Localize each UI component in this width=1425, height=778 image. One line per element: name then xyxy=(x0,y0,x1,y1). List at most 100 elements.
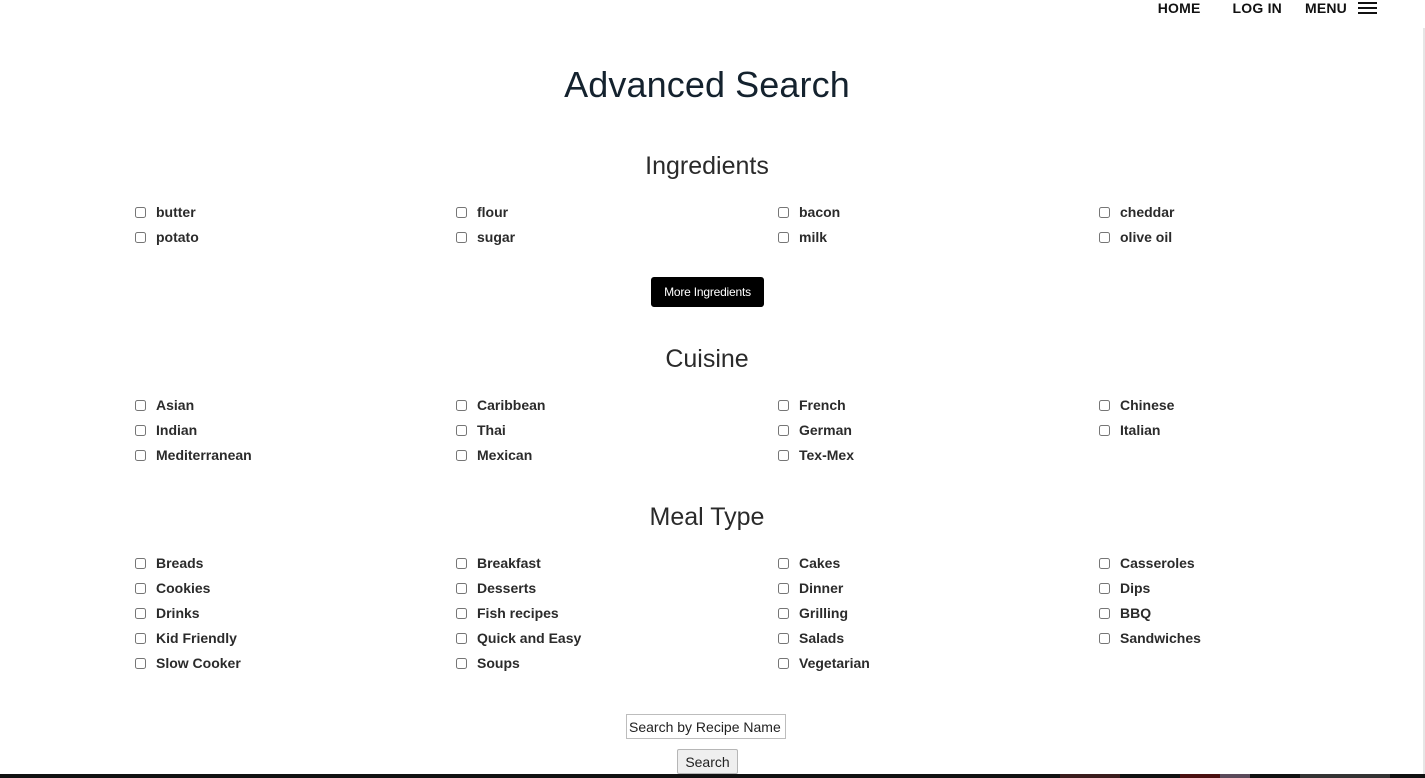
option-label[interactable]: Italian xyxy=(1120,422,1160,438)
option-asian[interactable]: Asian xyxy=(135,396,194,414)
option-label[interactable]: milk xyxy=(799,229,827,245)
option-label[interactable]: flour xyxy=(477,204,508,220)
checkbox-indian[interactable] xyxy=(135,424,146,436)
option-indian[interactable]: Indian xyxy=(135,421,197,439)
option-label[interactable]: Tex-Mex xyxy=(799,447,854,463)
checkbox-olive-oil[interactable] xyxy=(1099,231,1110,243)
option-potato[interactable]: potato xyxy=(135,228,199,246)
checkbox-thai[interactable] xyxy=(456,424,467,436)
option-tex-mex[interactable]: Tex-Mex xyxy=(778,446,854,464)
option-label[interactable]: Mediterranean xyxy=(156,447,252,463)
recipe-name-search-input[interactable] xyxy=(626,714,786,739)
option-vegetarian[interactable]: Vegetarian xyxy=(778,654,870,672)
option-german[interactable]: German xyxy=(778,421,852,439)
option-label[interactable]: potato xyxy=(156,229,199,245)
option-chinese[interactable]: Chinese xyxy=(1099,396,1174,414)
option-label[interactable]: Asian xyxy=(156,397,194,413)
option-label[interactable]: bacon xyxy=(799,204,840,220)
checkbox-bbq[interactable] xyxy=(1099,607,1110,619)
option-breakfast[interactable]: Breakfast xyxy=(456,554,541,572)
checkbox-dinner[interactable] xyxy=(778,582,789,594)
option-flour[interactable]: flour xyxy=(456,203,508,221)
option-olive-oil[interactable]: olive oil xyxy=(1099,228,1172,246)
checkbox-french[interactable] xyxy=(778,399,789,411)
checkbox-bacon[interactable] xyxy=(778,206,789,218)
option-breads[interactable]: Breads xyxy=(135,554,203,572)
option-label[interactable]: Thai xyxy=(477,422,506,438)
checkbox-chinese[interactable] xyxy=(1099,399,1110,411)
option-kid-friendly[interactable]: Kid Friendly xyxy=(135,629,237,647)
option-label[interactable]: Cookies xyxy=(156,580,210,596)
checkbox-dips[interactable] xyxy=(1099,582,1110,594)
option-sandwiches[interactable]: Sandwiches xyxy=(1099,629,1201,647)
option-label[interactable]: Caribbean xyxy=(477,397,545,413)
option-slow-cooker[interactable]: Slow Cooker xyxy=(135,654,241,672)
option-label[interactable]: Sandwiches xyxy=(1120,630,1201,646)
checkbox-soups[interactable] xyxy=(456,657,467,669)
option-cheddar[interactable]: cheddar xyxy=(1099,203,1174,221)
checkbox-breakfast[interactable] xyxy=(456,557,467,569)
option-label[interactable]: German xyxy=(799,422,852,438)
option-quick-and-easy[interactable]: Quick and Easy xyxy=(456,629,581,647)
option-label[interactable]: Cakes xyxy=(799,555,840,571)
checkbox-sandwiches[interactable] xyxy=(1099,632,1110,644)
option-label[interactable]: Vegetarian xyxy=(799,655,870,671)
option-label[interactable]: Breakfast xyxy=(477,555,541,571)
option-label[interactable]: sugar xyxy=(477,229,515,245)
option-label[interactable]: olive oil xyxy=(1120,229,1172,245)
checkbox-drinks[interactable] xyxy=(135,607,146,619)
option-label[interactable]: Dinner xyxy=(799,580,843,596)
checkbox-grilling[interactable] xyxy=(778,607,789,619)
option-label[interactable]: Grilling xyxy=(799,605,848,621)
checkbox-cookies[interactable] xyxy=(135,582,146,594)
search-button[interactable]: Search xyxy=(677,749,738,774)
option-french[interactable]: French xyxy=(778,396,846,414)
option-label[interactable]: BBQ xyxy=(1120,605,1151,621)
option-dips[interactable]: Dips xyxy=(1099,579,1150,597)
checkbox-mediterranean[interactable] xyxy=(135,449,146,461)
checkbox-german[interactable] xyxy=(778,424,789,436)
option-bacon[interactable]: bacon xyxy=(778,203,840,221)
option-label[interactable]: Desserts xyxy=(477,580,536,596)
option-label[interactable]: Casseroles xyxy=(1120,555,1195,571)
option-desserts[interactable]: Desserts xyxy=(456,579,536,597)
checkbox-asian[interactable] xyxy=(135,399,146,411)
option-fish-recipes[interactable]: Fish recipes xyxy=(456,604,559,622)
option-cakes[interactable]: Cakes xyxy=(778,554,840,572)
checkbox-cakes[interactable] xyxy=(778,557,789,569)
more-ingredients-button[interactable]: More Ingredients xyxy=(651,277,764,307)
option-milk[interactable]: milk xyxy=(778,228,827,246)
option-label[interactable]: butter xyxy=(156,204,196,220)
option-sugar[interactable]: sugar xyxy=(456,228,515,246)
checkbox-kid-friendly[interactable] xyxy=(135,632,146,644)
nav-menu-button[interactable]: MENU xyxy=(1305,0,1377,16)
option-cookies[interactable]: Cookies xyxy=(135,579,210,597)
checkbox-slow-cooker[interactable] xyxy=(135,657,146,669)
option-dinner[interactable]: Dinner xyxy=(778,579,843,597)
option-label[interactable]: Breads xyxy=(156,555,203,571)
option-label[interactable]: Dips xyxy=(1120,580,1150,596)
option-grilling[interactable]: Grilling xyxy=(778,604,848,622)
option-mexican[interactable]: Mexican xyxy=(456,446,532,464)
option-label[interactable]: Slow Cooker xyxy=(156,655,241,671)
option-label[interactable]: Indian xyxy=(156,422,197,438)
checkbox-caribbean[interactable] xyxy=(456,399,467,411)
checkbox-casseroles[interactable] xyxy=(1099,557,1110,569)
nav-home-link[interactable]: HOME xyxy=(1158,0,1201,16)
option-label[interactable]: Fish recipes xyxy=(477,605,559,621)
option-caribbean[interactable]: Caribbean xyxy=(456,396,545,414)
checkbox-tex-mex[interactable] xyxy=(778,449,789,461)
option-label[interactable]: Drinks xyxy=(156,605,200,621)
checkbox-sugar[interactable] xyxy=(456,231,467,243)
checkbox-fish-recipes[interactable] xyxy=(456,607,467,619)
option-label[interactable]: French xyxy=(799,397,846,413)
option-thai[interactable]: Thai xyxy=(456,421,506,439)
checkbox-vegetarian[interactable] xyxy=(778,657,789,669)
option-label[interactable]: Kid Friendly xyxy=(156,630,237,646)
option-butter[interactable]: butter xyxy=(135,203,196,221)
option-label[interactable]: cheddar xyxy=(1120,204,1174,220)
checkbox-flour[interactable] xyxy=(456,206,467,218)
nav-login-link[interactable]: LOG IN xyxy=(1233,0,1282,16)
checkbox-quick-and-easy[interactable] xyxy=(456,632,467,644)
option-label[interactable]: Mexican xyxy=(477,447,532,463)
